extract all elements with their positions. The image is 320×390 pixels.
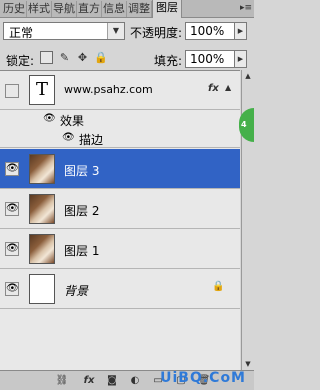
fill-label: 填充: <box>154 54 183 68</box>
eye-icon[interactable]: 👁 <box>5 242 19 256</box>
layer-row-text[interactable]: T www.psahz.com fx ▲ <box>0 71 240 110</box>
visibility-toggle-empty[interactable] <box>5 84 19 98</box>
tab-histogram[interactable]: 直方 <box>77 1 102 17</box>
adjustment-layer-icon[interactable]: ◐ <box>128 374 142 387</box>
opacity-stepper-icon[interactable]: ▶ <box>235 22 247 40</box>
tab-adjustments[interactable]: 调整 <box>127 1 152 17</box>
eye-icon[interactable]: 👁 <box>5 162 19 176</box>
blend-mode-select[interactable]: 正常 ▼ <box>3 22 125 40</box>
eye-icon[interactable]: 👁 <box>62 132 75 143</box>
stroke-effect-row[interactable]: 👁 描边 <box>0 129 240 148</box>
add-mask-icon[interactable]: ◙ <box>105 374 119 387</box>
tab-styles[interactable]: 样式 <box>27 1 52 17</box>
watermark-text: UiBQ.CoM <box>160 370 246 386</box>
text-layer-name: www.psahz.com <box>64 83 153 96</box>
lock-transparency-icon[interactable] <box>40 51 53 64</box>
layers-list: T www.psahz.com fx ▲ 👁 效果 👁 描边 👁 图层 3 👁 … <box>0 70 240 371</box>
tab-layers[interactable]: 图层 <box>152 0 182 18</box>
background-thumbnail <box>29 274 55 304</box>
panel-menu-icon[interactable]: ▸≡ <box>240 2 252 14</box>
tab-navigator[interactable]: 导航 <box>52 1 77 17</box>
text-layer-thumbnail: T <box>29 75 55 105</box>
effects-row[interactable]: 👁 效果 <box>0 110 240 129</box>
layer-3-thumbnail <box>29 154 55 184</box>
opacity-label: 不透明度: <box>130 26 183 40</box>
collapse-arrow-icon[interactable]: ▲ <box>225 83 231 92</box>
lock-position-icon[interactable]: ✥ <box>76 51 89 64</box>
lock-icon: 🔒 <box>212 281 225 292</box>
fill-input[interactable]: 100% <box>185 50 235 68</box>
link-layers-icon[interactable]: ⛓ <box>55 374 69 387</box>
panel-tab-bar: 历史 样式 导航 直方 信息 调整 图层 ▸≡ <box>0 0 254 18</box>
layer-row-2[interactable]: 👁 图层 2 <box>0 189 240 229</box>
layer-2-thumbnail <box>29 194 55 224</box>
tab-history[interactable]: 历史 <box>2 1 27 17</box>
scroll-up-icon[interactable]: ▲ <box>242 70 254 82</box>
layer-1-name: 图层 1 <box>64 244 100 258</box>
add-style-icon[interactable]: fx <box>82 374 96 387</box>
tab-info[interactable]: 信息 <box>102 1 127 17</box>
fill-stepper-icon[interactable]: ▶ <box>235 50 247 68</box>
lock-label: 锁定: <box>6 54 35 68</box>
effects-label: 效果 <box>60 114 85 128</box>
lock-all-icon[interactable]: 🔒 <box>94 51 108 64</box>
stroke-label: 描边 <box>79 133 104 147</box>
background-layer-name: 背景 <box>64 284 89 298</box>
chevron-down-icon: ▼ <box>107 23 124 39</box>
layer-row-1[interactable]: 👁 图层 1 <box>0 229 240 269</box>
layer-row-3[interactable]: 👁 图层 3 <box>0 149 240 189</box>
fx-icon[interactable]: fx <box>208 83 219 94</box>
layer-1-thumbnail <box>29 234 55 264</box>
eye-icon[interactable]: 👁 <box>5 202 19 216</box>
eye-icon[interactable]: 👁 <box>5 282 19 296</box>
lock-pixels-icon[interactable]: ✎ <box>58 51 71 64</box>
layer-3-name: 图层 3 <box>64 164 100 178</box>
opacity-input[interactable]: 100% <box>185 22 235 40</box>
layer-row-background[interactable]: 👁 背景 🔒 <box>0 269 240 309</box>
scroll-down-icon[interactable]: ▼ <box>242 358 254 370</box>
blend-mode-value: 正常 <box>9 26 34 40</box>
layer-2-name: 图层 2 <box>64 204 100 218</box>
eye-icon[interactable]: 👁 <box>43 113 56 124</box>
